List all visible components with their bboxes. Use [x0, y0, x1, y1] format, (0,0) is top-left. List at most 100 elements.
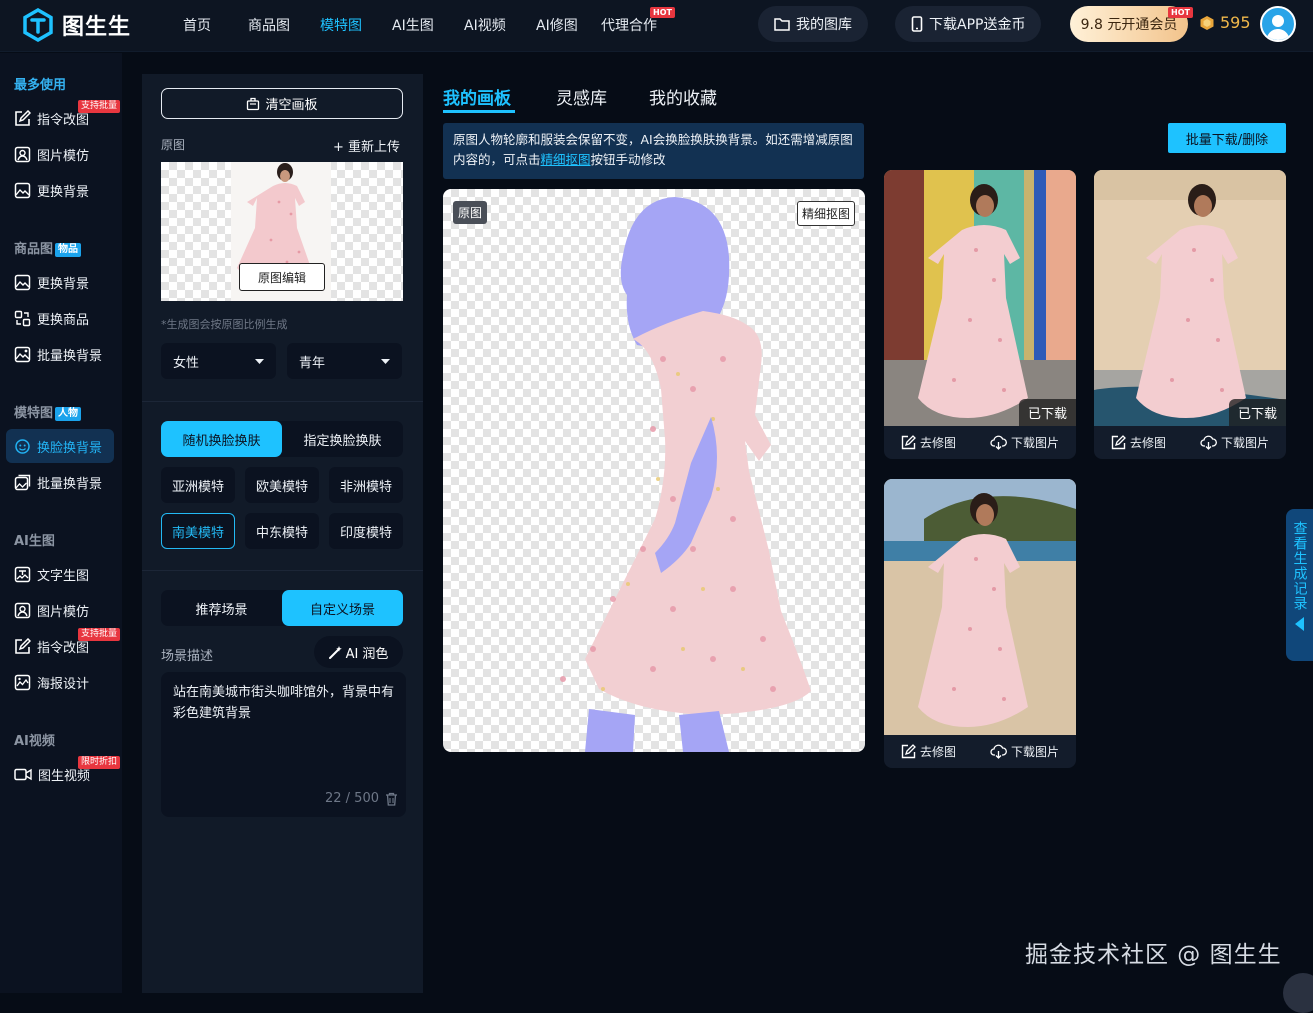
tab-inspiration[interactable]: 灵感库 — [556, 84, 607, 109]
floating-corner-button[interactable] — [1283, 973, 1313, 1013]
ai-polish-button[interactable]: AI 润色 — [314, 636, 403, 668]
result-photo-street[interactable]: 已下载 — [884, 170, 1076, 426]
retouch-icon — [901, 435, 916, 450]
tab-my-canvas[interactable]: 我的画板 — [443, 84, 511, 109]
original-tag: 原图 — [453, 201, 488, 224]
sidebar-item-label: 更换商品 — [37, 312, 90, 328]
sidebar-item-model-batch-background[interactable]: 批量换背景 — [6, 465, 114, 499]
clear-canvas-label: 清空画板 — [265, 98, 318, 113]
product-badge: 物品 — [55, 243, 82, 257]
sidebar-item-image-to-video[interactable]: 图生视频 限时折扣 — [6, 756, 121, 791]
sidebar-group-ai-video: AI视频 — [14, 734, 55, 749]
discount-tag: 限时折扣 — [78, 756, 121, 769]
background-icon — [14, 274, 31, 290]
panel-divider — [142, 570, 423, 571]
original-image-preview[interactable]: 原图编辑 — [161, 162, 403, 301]
scene-description-input[interactable]: 站在南美城市街头咖啡馆外，背景中有彩色建筑背景 22 / 500 — [161, 672, 406, 817]
background-icon — [14, 182, 31, 198]
edit-icon — [15, 637, 31, 654]
info-text-2: 按钮手动修改 — [590, 152, 666, 167]
sidebar-item-label: 海报设计 — [37, 676, 90, 692]
retouch-label: 去修图 — [919, 436, 956, 450]
sidebar-item-change-product[interactable]: 更换商品 — [6, 301, 114, 335]
history-label: 查看生成记录 — [1291, 521, 1308, 611]
cloud-download-icon — [990, 744, 1007, 759]
editing-canvas[interactable]: 原图 精细抠图 — [443, 189, 865, 752]
coin-balance[interactable]: 595 — [1199, 13, 1251, 32]
model-african[interactable]: 非洲模特 — [329, 467, 403, 503]
result-card[interactable]: 已下载 去修图 下载图片 — [884, 170, 1076, 459]
tab-favorites[interactable]: 我的收藏 — [649, 84, 717, 109]
card-actions: 去修图 下载图片 — [884, 426, 1076, 459]
sidebar-item-ai-instruct-edit[interactable]: 指令改图 支持批量 — [6, 628, 121, 663]
retouch-button[interactable]: 去修图 — [901, 743, 956, 760]
user-avatar[interactable] — [1260, 6, 1296, 42]
ratio-note: *生成图会按原图比例生成 — [161, 318, 288, 331]
sidebar-item-ai-image-imitate[interactable]: 图片模仿 — [6, 593, 114, 627]
sidebar-item-change-background[interactable]: 更换背景 — [6, 173, 114, 207]
download-image-button[interactable]: 下载图片 — [990, 743, 1059, 760]
brand-logo[interactable]: 图生生 — [22, 8, 131, 42]
swap-icon — [14, 310, 31, 326]
sidebar-group-ai-image: AI生图 — [14, 534, 55, 549]
result-card[interactable]: 去修图 下载图片 — [884, 479, 1076, 768]
video-icon — [14, 768, 32, 780]
recommended-scene-option[interactable]: 推荐场景 — [161, 590, 282, 626]
nav-home[interactable]: 首页 — [183, 15, 211, 35]
retouch-button[interactable]: 去修图 — [1111, 434, 1166, 451]
download-image-button[interactable]: 下载图片 — [1200, 434, 1269, 451]
sidebar-item-product-background[interactable]: 更换背景 — [6, 265, 114, 299]
sidebar-item-product-batch-background[interactable]: 批量换背景 — [6, 337, 114, 371]
model-asian[interactable]: 亚洲模特 — [161, 467, 235, 503]
card-actions: 去修图 下载图片 — [884, 735, 1076, 768]
edit-original-button[interactable]: 原图编辑 — [239, 263, 325, 291]
sidebar-item-text-to-image[interactable]: 文字生图 — [6, 557, 114, 591]
batch-download-delete-button[interactable]: 批量下载/删除 — [1168, 123, 1286, 153]
face-swap-icon — [15, 438, 30, 454]
nav-ai-video[interactable]: AI视频 — [464, 15, 506, 35]
sidebar-item-label: 文字生图 — [37, 568, 90, 584]
reupload-button[interactable]: + 重新上传 — [333, 136, 400, 155]
view-history-tab[interactable]: 查看生成记录 — [1286, 509, 1313, 661]
trash-icon[interactable] — [385, 792, 398, 806]
nav-partnership[interactable]: 代理合作 — [601, 15, 657, 35]
download-app-button[interactable]: 下载APP送金币 — [895, 6, 1042, 42]
masked-model-figure — [560, 197, 811, 752]
my-gallery-button[interactable]: 我的图库 — [758, 6, 868, 42]
nav-ai-image[interactable]: AI生图 — [392, 15, 434, 35]
retouch-button[interactable]: 去修图 — [901, 434, 956, 451]
caret-down-icon — [255, 358, 264, 364]
sidebar-item-label: 批量换背景 — [37, 348, 103, 364]
sidebar-item-face-swap-background[interactable]: 换脸换背景 — [6, 429, 114, 463]
random-face-option[interactable]: 随机换脸换肤 — [161, 421, 282, 457]
clear-canvas-button[interactable]: 清空画板 — [161, 88, 403, 119]
caret-left-icon — [1295, 617, 1304, 631]
result-photo-beach-sunset[interactable]: 已下载 — [1094, 170, 1286, 426]
age-select[interactable]: 青年 — [287, 343, 402, 379]
model-middle-eastern[interactable]: 中东模特 — [245, 513, 319, 549]
nav-product-image[interactable]: 商品图 — [248, 15, 290, 35]
coin-icon — [1200, 15, 1214, 30]
gender-select[interactable]: 女性 — [161, 343, 276, 379]
custom-scene-option[interactable]: 自定义场景 — [282, 590, 403, 626]
sidebar-item-image-imitate[interactable]: 图片模仿 — [6, 137, 114, 171]
sidebar-item-instruct-edit[interactable]: 指令改图 支持批量 — [6, 100, 121, 135]
cloud-download-icon — [1200, 435, 1217, 450]
fine-cutout-button[interactable]: 精细抠图 — [796, 201, 855, 226]
model-western[interactable]: 欧美模特 — [245, 467, 319, 503]
sidebar-item-poster-design[interactable]: 海报设计 — [6, 665, 114, 699]
download-image-button[interactable]: 下载图片 — [990, 434, 1059, 451]
coin-count: 595 — [1220, 13, 1251, 32]
model-south-american[interactable]: 南美模特 — [161, 513, 235, 549]
result-photo-beach[interactable] — [884, 479, 1076, 735]
char-count: 22 / 500 — [325, 791, 379, 806]
nav-ai-retouch[interactable]: AI修图 — [536, 15, 578, 35]
model-indian[interactable]: 印度模特 — [329, 513, 403, 549]
specified-face-option[interactable]: 指定换脸换肤 — [282, 421, 403, 457]
street-scene — [884, 170, 1076, 426]
result-card[interactable]: 已下载 去修图 下载图片 — [1094, 170, 1286, 459]
fine-cutout-link[interactable]: 精细抠图 — [541, 152, 591, 167]
download-image-label: 下载图片 — [1010, 436, 1059, 450]
nav-model-image[interactable]: 模特图 — [320, 15, 362, 35]
sidebar-group-frequent: 最多使用 — [14, 78, 67, 93]
